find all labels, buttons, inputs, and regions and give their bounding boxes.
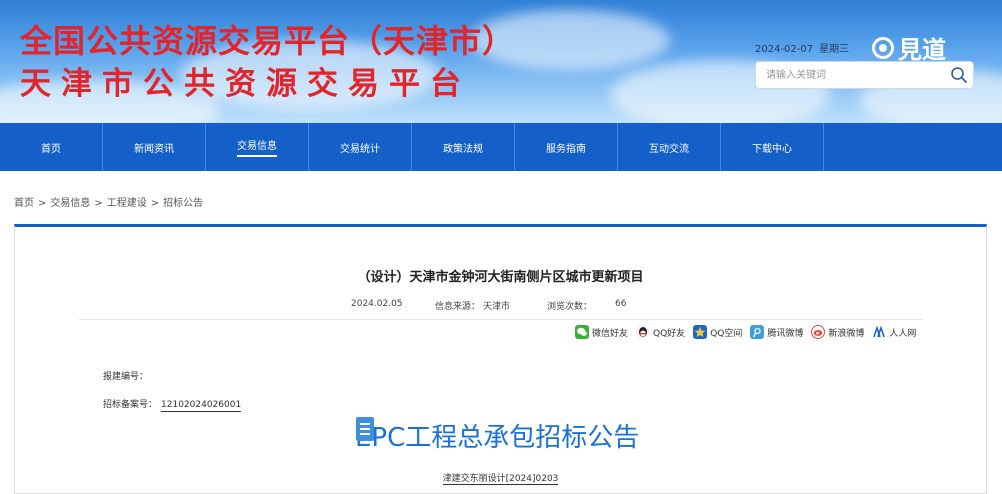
report-number-label: 报建编号： [103, 372, 149, 382]
breadcrumb: 首页 > 交易信息 > 工程建设 > 招标公告 [14, 194, 203, 209]
sina-weibo-icon [811, 325, 826, 339]
breadcrumb-bid-notice[interactable]: 招标公告 [163, 198, 203, 209]
share-label: 微信好友 [592, 328, 629, 339]
breadcrumb-separator: > [94, 198, 103, 209]
article-panel: （设计）天津市金钟河大街南侧片区城市更新项目 2024.02.05 信息来源： … [14, 224, 987, 494]
qq-icon [636, 325, 651, 339]
article-title: （设计）天津市金钟河大街南侧片区城市更新项目 [357, 270, 644, 285]
share-wechat[interactable]: 微信好友 [575, 325, 628, 339]
share-label: QQ好友 [653, 328, 686, 339]
article-date: 2024.02.05 [351, 299, 403, 309]
source-value: 天津市 [483, 302, 511, 312]
date-display: 2024-02-07 星期三 [755, 40, 855, 55]
breadcrumb-trade-info[interactable]: 交易信息 [50, 198, 90, 209]
share-renren[interactable]: 人人网 [872, 325, 916, 339]
nav-item-download[interactable]: 下载中心 [721, 123, 824, 171]
share-tencent-weibo[interactable]: 腾讯微博 [750, 325, 803, 339]
nav-item-trade-info[interactable]: 交易信息 [206, 123, 309, 171]
main-nav: 首页 新闻资讯 交易信息 交易统计 政策法规 服务指南 互动交流 下载中心 [0, 123, 1002, 171]
nav-item-policy[interactable]: 政策法规 [412, 123, 515, 171]
current-date: 2024-02-07 [755, 44, 814, 55]
wechat-icon [575, 325, 589, 339]
nav-item-home[interactable]: 首页 [0, 123, 103, 171]
breadcrumb-separator: > [150, 198, 160, 209]
nav-item-service-guide[interactable]: 服务指南 [515, 123, 618, 171]
watermark-text: 見道 [898, 35, 946, 64]
notice-heading: EPC工程总承包招标公告 [355, 423, 640, 453]
bid-record-value: 12102024026001 [161, 400, 242, 412]
nav-label: 下载中心 [752, 143, 792, 155]
renren-icon [872, 325, 886, 339]
watermark-circle-icon [872, 36, 894, 59]
search-box [755, 61, 974, 89]
current-weekday: 星期三 [819, 44, 850, 55]
nav-label: 首页 [41, 143, 61, 155]
nav-label: 交易信息 [237, 137, 277, 157]
breadcrumb-separator: > [38, 198, 47, 209]
share-label: QQ空间 [710, 328, 743, 339]
share-qq[interactable]: QQ好友 [636, 325, 685, 339]
tencent-weibo-icon [750, 325, 765, 339]
source-label: 信息来源： [435, 302, 481, 312]
report-number-field: 报建编号： [103, 369, 148, 382]
views-count: 66 [615, 299, 627, 309]
views-label: 浏览次数： [547, 302, 593, 312]
share-label: 新浪微博 [828, 328, 865, 339]
nav-label: 交易统计 [340, 143, 380, 155]
site-title: 全国公共资源交易平台（天津市） [20, 22, 516, 60]
nav-item-news[interactable]: 新闻资讯 [103, 123, 206, 171]
qzone-icon [693, 325, 708, 339]
nav-label: 政策法规 [443, 143, 483, 155]
site-subtitle: 天津市公共资源交易平台 [20, 66, 471, 102]
share-sina-weibo[interactable]: 新浪微博 [811, 325, 864, 339]
meta-divider [79, 319, 923, 320]
document-code: 津建交东丽设计[2024]0203 [15, 471, 986, 485]
bid-record-label: 招标备案号： [103, 400, 158, 410]
nav-label: 新闻资讯 [134, 143, 174, 155]
share-bar: 微信好友 QQ好友 QQ空间 腾讯微博 新浪微博 人人网 [575, 323, 924, 341]
site-header: 全国公共资源交易平台（天津市） 天津市公共资源交易平台 2024-02-07 星期… [0, 0, 1002, 123]
breadcrumb-home[interactable]: 首页 [14, 198, 34, 209]
nav-label: 服务指南 [546, 143, 586, 155]
share-label: 人人网 [889, 328, 917, 339]
nav-label: 互动交流 [649, 143, 689, 155]
nav-item-interaction[interactable]: 互动交流 [618, 123, 721, 171]
share-label: 腾讯微博 [767, 328, 804, 339]
bid-record-field: 招标备案号： 12102024026001 [103, 397, 242, 412]
share-qzone[interactable]: QQ空间 [693, 325, 742, 339]
watermark-logo: 見道 [872, 30, 946, 65]
search-input[interactable] [756, 62, 941, 88]
search-icon[interactable] [949, 65, 969, 85]
breadcrumb-construction[interactable]: 工程建设 [107, 198, 147, 209]
document-code-value: 津建交东丽设计[2024]0203 [442, 474, 559, 485]
document-icon [356, 417, 374, 441]
nav-item-trade-stats[interactable]: 交易统计 [309, 123, 412, 171]
